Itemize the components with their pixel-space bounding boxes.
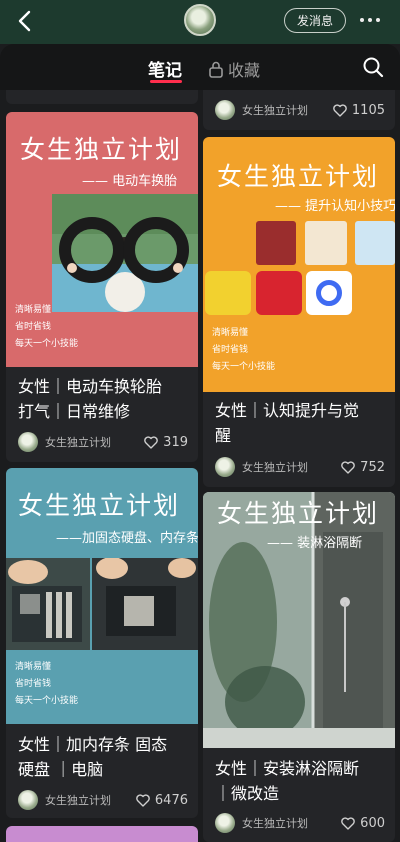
partial-card-left[interactable] [6, 90, 198, 104]
cover-tag: 每天一个小技能 [15, 696, 79, 706]
cover-title: 女生独立计划 [18, 491, 181, 520]
cover-subtitle: —— 装淋浴隔断 [267, 536, 363, 551]
cover-title: 女生独立计划 [217, 499, 380, 528]
more-options-icon[interactable] [360, 16, 384, 24]
author-name: 女生独立计划 [45, 436, 111, 449]
like-count[interactable]: 752 [341, 460, 385, 475]
app-icon-grid [205, 219, 395, 319]
card-title: 女性｜认知提升与觉 醒 [215, 398, 359, 448]
card-title: 女性｜电动车换轮胎 打气｜日常维修 [18, 374, 162, 424]
app-icon [256, 221, 296, 265]
cover-tag: 省时省钱 [212, 345, 249, 355]
like-count-value: 319 [163, 434, 188, 450]
cover-image: 女生独立计划 —— 提升认知小技巧 清晰易懂 省时省钱 每天一个小技能 [203, 137, 395, 392]
author-avatar [215, 100, 235, 120]
like-count[interactable]: 319 [144, 435, 188, 450]
cover-tags: 清晰易懂 省时省钱 每天一个小技能 [15, 659, 78, 710]
author-name: 女生独立计划 [45, 794, 111, 807]
like-count[interactable]: 600 [341, 816, 385, 831]
tab-notes[interactable]: 笔记 [148, 56, 182, 81]
note-card[interactable]: 女生独立计划 —— 装淋浴隔断 女性｜安装淋浴隔断 ｜微改造 女生独立计划 60… [203, 492, 395, 842]
author-avatar [215, 457, 235, 477]
send-message-button[interactable]: 发消息 [284, 8, 346, 33]
heart-icon [136, 793, 150, 807]
cover-tag: 每天一个小技能 [212, 362, 276, 372]
card-title: 女性｜加内存条 固态 硬盘 ｜电脑 [18, 732, 167, 782]
card-title-line: 女性｜认知提升与觉 [215, 401, 360, 420]
shower-photo [203, 492, 395, 748]
partial-card-bottom[interactable] [6, 826, 198, 842]
card-title-line: 女性｜加内存条 固态 [18, 735, 168, 754]
top-bar: 发消息 [0, 0, 400, 44]
cover-image: 女生独立计划 ——加固态硬盘、内存条 清晰易懂 省时省钱 每天一个小技能 [6, 468, 198, 724]
like-count-value: 6476 [154, 792, 188, 808]
tire-photo [52, 194, 198, 312]
cover-title: 女生独立计划 [217, 162, 380, 191]
partial-card-right[interactable]: 女生独立计划 1105 [203, 90, 395, 130]
cover-title: 女生独立计划 [20, 135, 183, 164]
cover-tags: 清晰易懂 省时省钱 每天一个小技能 [15, 302, 78, 353]
note-card[interactable]: 女生独立计划 ——加固态硬盘、内存条 清晰易懂 省时省钱 每天一个小技能 女性｜… [6, 468, 198, 818]
card-title: 女性｜安装淋浴隔断 ｜微改造 [215, 756, 359, 806]
heart-icon [144, 435, 158, 449]
tab-bar: 笔记 收藏 [0, 44, 400, 90]
app-icon [205, 271, 251, 315]
author-avatar [18, 790, 38, 810]
card-title-line: 女性｜安装淋浴隔断 [215, 759, 360, 778]
tab-favorites[interactable]: 收藏 [208, 57, 260, 81]
tab-favorites-label: 收藏 [228, 61, 261, 80]
author-avatar [18, 432, 38, 452]
author-name: 女生独立计划 [242, 817, 308, 830]
cover-image: 女生独立计划 —— 电动车换胎 清晰易懂 省时省钱 每天一个小技能 [6, 112, 198, 367]
computer-parts-photo [6, 558, 198, 650]
like-count-value: 752 [360, 459, 385, 475]
cover-tag: 清晰易懂 [15, 305, 52, 315]
cover-tag: 省时省钱 [15, 322, 52, 332]
app-icon [256, 271, 302, 315]
card-title-line: 女性｜电动车换轮胎 [18, 377, 163, 396]
cover-tag: 清晰易懂 [212, 328, 249, 338]
cover-tag: 每天一个小技能 [15, 339, 79, 349]
active-tab-indicator [150, 80, 182, 83]
back-arrow-icon[interactable] [14, 9, 36, 33]
author-name: 女生独立计划 [242, 461, 308, 474]
heart-icon [341, 460, 355, 474]
app-icon [355, 221, 395, 265]
cover-image: 女生独立计划 —— 装淋浴隔断 [203, 492, 395, 748]
note-card[interactable]: 女生独立计划 —— 提升认知小技巧 清晰易懂 省时省钱 每天一个小技能 女性｜认… [203, 137, 395, 487]
card-title-line: ｜微改造 [215, 784, 280, 803]
app-icon [305, 221, 347, 265]
cover-tag: 清晰易懂 [15, 662, 52, 672]
cover-tags: 清晰易懂 省时省钱 每天一个小技能 [212, 325, 275, 376]
heart-icon [333, 103, 347, 117]
like-count[interactable]: 1105 [333, 103, 385, 118]
card-title-line: 硬盘 ｜电脑 [18, 760, 104, 779]
like-count-value: 1105 [351, 102, 385, 118]
like-count-value: 600 [360, 815, 385, 831]
card-title-line: 打气｜日常维修 [18, 402, 131, 421]
search-icon[interactable] [362, 56, 384, 78]
avatar[interactable] [184, 4, 216, 36]
author-name: 女生独立计划 [242, 104, 308, 117]
heart-icon [341, 816, 355, 830]
like-count[interactable]: 6476 [136, 793, 188, 808]
note-card[interactable]: 女生独立计划 —— 电动车换胎 清晰易懂 省时省钱 每天一个小技能 女性｜电动车… [6, 112, 198, 462]
lock-icon [209, 61, 223, 78]
cover-subtitle: —— 电动车换胎 [82, 174, 178, 189]
app-icon-ring [316, 280, 342, 306]
author-avatar [215, 813, 235, 833]
cover-subtitle: ——加固态硬盘、内存条 [56, 531, 198, 546]
card-title-line: 醒 [215, 426, 232, 445]
cover-tag: 省时省钱 [15, 679, 52, 689]
cover-subtitle: —— 提升认知小技巧 [275, 199, 395, 214]
